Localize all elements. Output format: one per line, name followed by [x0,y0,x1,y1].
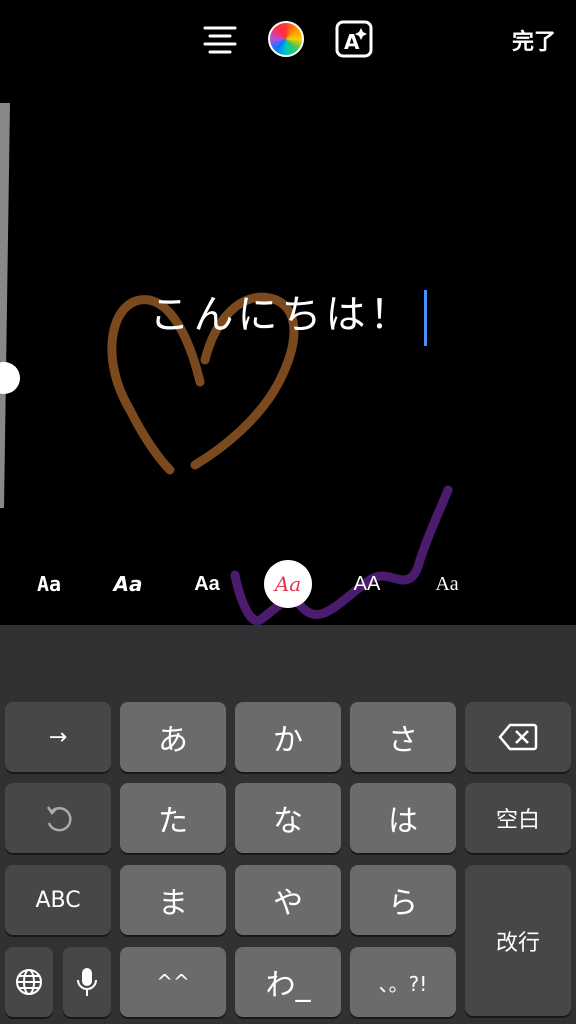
key-ha[interactable]: は [350,783,456,853]
font-option-neon[interactable]: Aa [183,560,231,608]
emoticon-key[interactable]: ^^ [120,947,226,1017]
story-text: こんにちは！ [149,292,414,338]
undo-icon [46,806,72,832]
font-style-selector: Aa Aa Aa Aa AA Aa [0,556,576,608]
key-ma[interactable]: ま [120,865,226,935]
font-option-serif-italic-selected[interactable]: Aa [264,560,312,608]
text-effect-icon[interactable]: A [334,19,374,59]
text-editor-toolbar: A 完了 [0,0,576,80]
key-na[interactable]: な [235,783,341,853]
space-key[interactable]: 空白 [465,783,571,853]
arrow-right-key[interactable]: → [5,702,111,772]
japanese-flick-keyboard: → あ か さ た な は 空白 ABC ま や ら 改行 ^^ わ_ 、。?! [0,625,576,1024]
font-option-classic[interactable]: Aa [25,560,73,608]
punctuation-key[interactable]: 、。?! [350,947,456,1017]
mic-icon [77,968,97,996]
text-caret [423,290,427,346]
backspace-key[interactable] [465,702,571,772]
key-ya[interactable]: や [235,865,341,935]
key-wa[interactable]: わ_ [235,947,341,1017]
drawing-canvas[interactable] [0,80,576,625]
done-button[interactable]: 完了 [512,24,556,56]
globe-key[interactable] [5,947,53,1017]
align-center-icon[interactable] [200,19,240,59]
key-ra[interactable]: ら [350,865,456,935]
abc-mode-key[interactable]: ABC [5,865,111,935]
key-a[interactable]: あ [120,702,226,772]
backspace-icon [498,723,538,751]
return-key[interactable]: 改行 [465,865,571,1016]
key-ta[interactable]: た [120,783,226,853]
undo-key[interactable] [5,783,111,853]
color-wheel-icon[interactable] [266,19,306,59]
font-option-serif[interactable]: Aa [423,560,471,608]
key-sa[interactable]: さ [350,702,456,772]
story-text-field[interactable]: こんにちは！ [0,282,576,346]
globe-icon [16,969,42,995]
font-option-bold-italic[interactable]: Aa [104,560,152,608]
color-picker-swatch[interactable] [268,21,304,57]
key-ka[interactable]: か [235,702,341,772]
microphone-key[interactable] [63,947,111,1017]
font-option-uppercase[interactable]: AA [343,560,391,608]
